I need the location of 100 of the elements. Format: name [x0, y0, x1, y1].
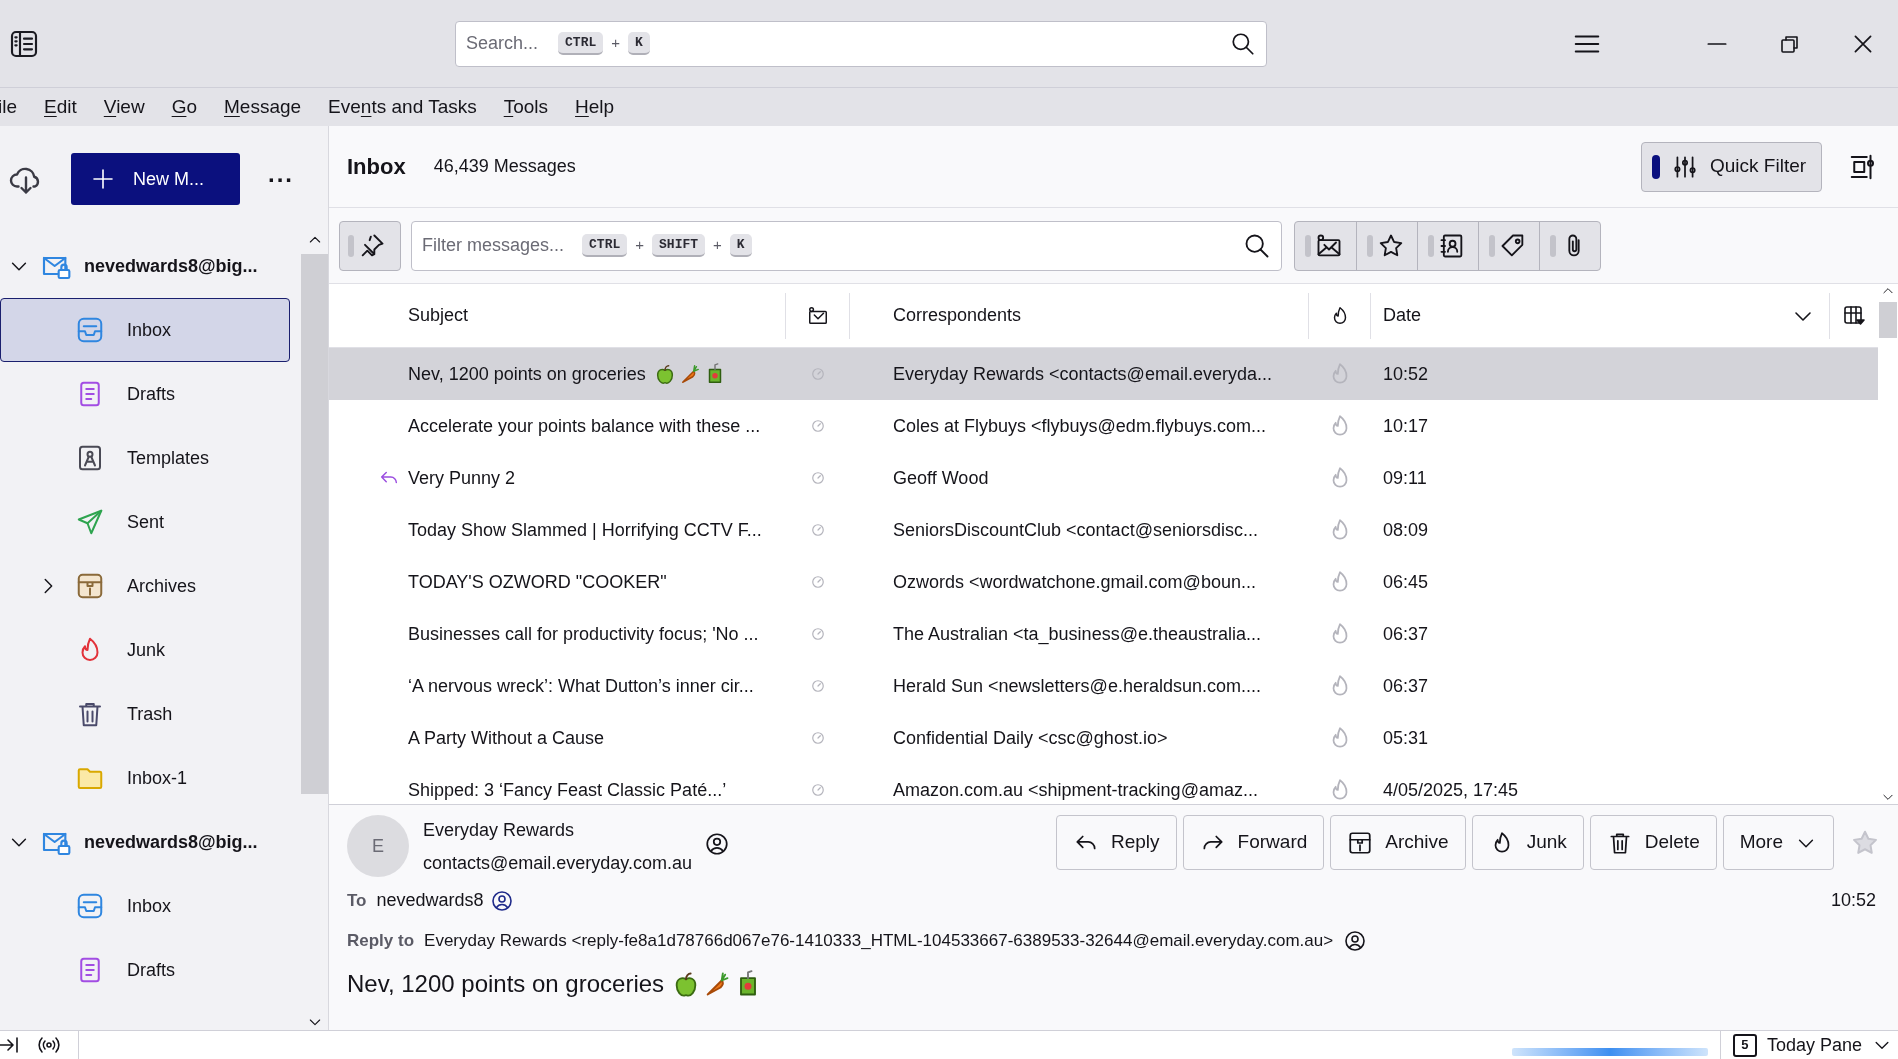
archive-button[interactable]: Archive [1330, 815, 1466, 870]
scrollbar-thumb[interactable] [301, 254, 328, 794]
folder-label: Inbox [127, 894, 172, 918]
account-name: nevedwards8@big... [84, 830, 258, 854]
unread-column-icon[interactable] [806, 304, 829, 327]
recipient-name: nevedwards8 [376, 889, 484, 912]
scrollbar[interactable] [1878, 284, 1898, 804]
avatar: E [347, 815, 409, 877]
reply-button[interactable]: Reply [1056, 815, 1177, 870]
folder-label: Archives [127, 574, 197, 598]
correspondent-text: Coles at Flybuys <flybuys@edm.flybuys.com... [892, 414, 1267, 438]
filter-field[interactable]: Filter messages... CTRL + SHIFT + K [411, 220, 1282, 271]
shortcut-key: CTRL [558, 31, 604, 56]
menu-item[interactable]: View [101, 92, 147, 122]
inbox-tray-icon [75, 315, 105, 345]
sliders-icon [1672, 153, 1698, 180]
pin-filter-button[interactable] [339, 220, 401, 271]
folder-item[interactable]: Inbox-1 [0, 746, 290, 810]
plus-sign: + [713, 235, 722, 256]
correspondent-text: SeniorsDiscountClub <contact@seniorsdisc... [892, 518, 1259, 542]
folder-title: Inbox [347, 153, 406, 181]
scrollbar-thumb[interactable] [1879, 302, 1897, 338]
to-label: To [347, 889, 367, 912]
column-header[interactable]: Date [1383, 302, 1422, 329]
folder-label: Inbox [127, 318, 172, 342]
date-text: 06:45 [1382, 570, 1430, 594]
inbox-tray-icon [75, 891, 105, 921]
folder-item[interactable]: Drafts [0, 938, 290, 1002]
quick-filter-button[interactable]: Quick Filter [1641, 141, 1822, 192]
folder-label: Sent [127, 510, 165, 534]
menu-item[interactable]: Go [169, 92, 199, 122]
more-button[interactable]: More [1722, 815, 1834, 870]
sender-email: contacts@email.everyday.com.au [423, 852, 693, 875]
menu-item[interactable]: Edit [42, 92, 79, 122]
folder-item[interactable]: Templates [0, 426, 290, 490]
contact-icon[interactable] [1343, 928, 1368, 953]
column-header[interactable]: Correspondents [850, 292, 1309, 339]
folder-item[interactable]: Inbox [0, 298, 290, 362]
message-count: 46,439 Messages [433, 155, 576, 178]
plus-icon [91, 167, 115, 191]
search-placeholder: Search... [466, 32, 539, 55]
shortcut-key: K [628, 31, 650, 56]
date-text: 06:37 [1382, 622, 1430, 646]
plus-sign: + [611, 33, 621, 54]
correspondent-text: Everyday Rewards <contacts@email.everyda... [892, 362, 1273, 386]
folder-label: Drafts [127, 958, 175, 982]
search-field[interactable]: Search... CTRL + K [455, 20, 1267, 67]
account-row[interactable]: nevedwards8@big... [0, 810, 301, 874]
folder-item[interactable]: Archives [0, 554, 290, 618]
correspondent-text: Geoff Wood [892, 466, 990, 490]
folder-item[interactable]: Sent [0, 490, 290, 554]
account-row[interactable]: nevedwards8@big... [0, 234, 301, 298]
correspondent-text: Ozwords <wordwatchone.gmail.com@boun... [892, 570, 1257, 594]
shortcut-key: CTRL [582, 233, 628, 258]
column-picker-icon[interactable] [1842, 303, 1866, 328]
menu-item[interactable]: Help [573, 92, 617, 122]
reply-to-address: Everyday Rewards <reply-fe8a1d78766d067e76-1410333_HTML-104533667-6389533-32644@email.everyday.com.au> [424, 930, 1334, 952]
date-text: 09:11 [1382, 466, 1428, 490]
sender-name: Everyday Rewards [423, 819, 576, 842]
folder-item[interactable]: Junk [0, 618, 290, 682]
date-text: 06:37 [1382, 674, 1430, 698]
delete-button[interactable]: Delete [1589, 815, 1717, 870]
forward-button[interactable]: Forward [1182, 815, 1325, 870]
subject-text: A Party Without a Cause [408, 726, 605, 750]
menu-item[interactable]: Events and Tasks [326, 92, 479, 122]
date-text: 4/05/2025, 17:45 [1382, 778, 1520, 802]
date-text: 08:09 [1382, 518, 1430, 542]
contact-icon[interactable] [704, 831, 731, 857]
subject-text: Businesses call for productivity focus; 'No ... [408, 622, 759, 646]
search-icon[interactable] [1230, 30, 1256, 57]
correspondent-text: Amazon.com.au <shipment-tracking@amaz... [892, 778, 1259, 802]
correspondent-text: Confidential Daily <csc@ghost.io> [892, 726, 1169, 750]
subject-text: Nev, 1200 points on groceries [408, 362, 646, 386]
plus-sign: + [635, 235, 645, 256]
today-pane-button[interactable]: 5 Today Pane [1732, 1031, 1892, 1059]
folder-label: Drafts [127, 382, 175, 406]
folder-item[interactable]: Drafts [0, 362, 290, 426]
archive-box-icon [75, 571, 105, 601]
message-time: 10:52 [1830, 889, 1876, 912]
correspondent-text: Herald Sun <newsletters@e.heraldsun.com.... [892, 674, 1262, 698]
new-message-button[interactable]: New M... [71, 153, 240, 205]
menu-item[interactable]: Tools [501, 92, 551, 122]
subject-text: Accelerate your points balance with these ... [408, 414, 761, 438]
reply-to-label: Reply to [347, 930, 415, 952]
column-header[interactable]: Subject [408, 292, 786, 339]
menu-item[interactable]: Message [222, 92, 304, 122]
folder-item[interactable]: Inbox [0, 874, 290, 938]
correspondent-text: The Australian <ta_business@e.theaustralia... [892, 622, 1262, 647]
folder-item[interactable]: Trash [0, 682, 290, 746]
folder-label: Inbox-1 [127, 766, 188, 790]
junk-button[interactable]: Junk [1471, 815, 1584, 870]
more-options-button[interactable]: ... [268, 156, 294, 202]
contact-icon[interactable] [489, 888, 514, 913]
shortcut-key: SHIFT [652, 233, 706, 258]
menu-item[interactable]: ile [0, 92, 19, 122]
subject-text: Very Punny 2 [408, 466, 516, 490]
subject-text: TODAY'S OZWORD "COOKER" [408, 570, 667, 594]
archive-icon [1347, 829, 1374, 856]
folder-label: Junk [127, 638, 166, 662]
account-name: nevedwards8@big... [84, 254, 258, 278]
